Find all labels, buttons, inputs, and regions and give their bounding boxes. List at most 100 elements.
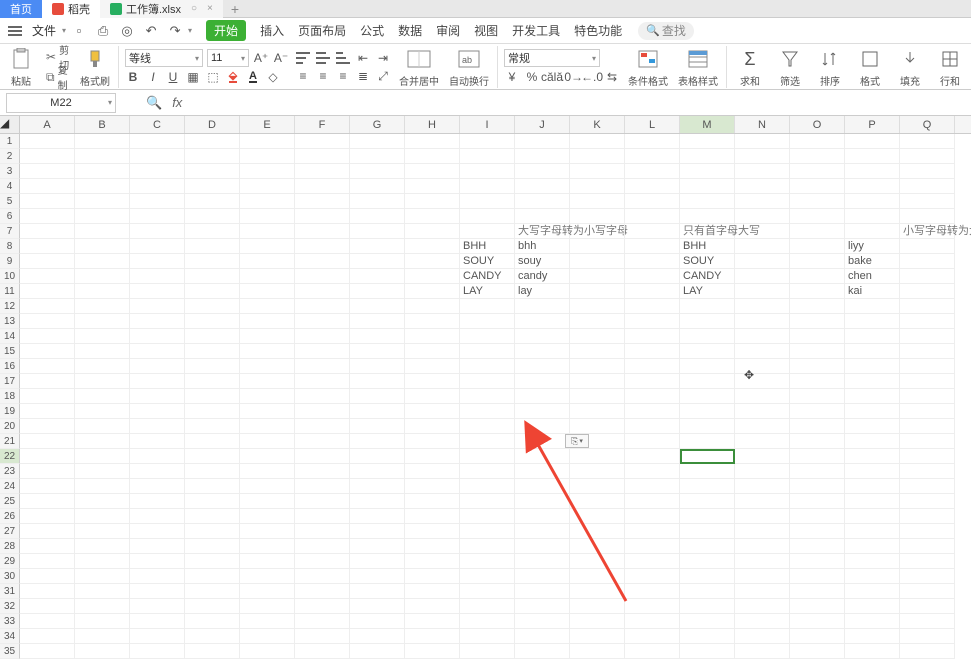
sigma-icon[interactable]: Σ [735, 46, 765, 72]
cell-C12[interactable] [130, 299, 185, 314]
cell-I24[interactable] [460, 479, 515, 494]
font-shrink-icon[interactable]: A⁻ [273, 50, 289, 66]
cell-K27[interactable] [570, 524, 625, 539]
font-size-combo[interactable]: 11▾ [207, 49, 249, 67]
cell-H11[interactable] [405, 284, 460, 299]
cell-J10[interactable]: candy [515, 269, 570, 284]
cell-N22[interactable] [735, 449, 790, 464]
cell-E5[interactable] [240, 194, 295, 209]
indent-increase-icon[interactable]: ⇥ [375, 50, 391, 66]
row-header-21[interactable]: 21 [0, 434, 20, 449]
cell-L3[interactable] [625, 164, 680, 179]
cell-K7[interactable] [570, 224, 625, 239]
cell-Q8[interactable] [900, 239, 955, 254]
cell-B7[interactable] [75, 224, 130, 239]
cell-P35[interactable] [845, 644, 900, 659]
cell-F6[interactable] [295, 209, 350, 224]
cell-J30[interactable] [515, 569, 570, 584]
cell-D21[interactable] [185, 434, 240, 449]
tab-workbook[interactable]: 工作簿.xlsx ○ × [100, 0, 223, 18]
cell-F7[interactable] [295, 224, 350, 239]
cell-M18[interactable] [680, 389, 735, 404]
cell-E11[interactable] [240, 284, 295, 299]
cell-M34[interactable] [680, 629, 735, 644]
cell-P12[interactable] [845, 299, 900, 314]
cell-F14[interactable] [295, 329, 350, 344]
cell-F18[interactable] [295, 389, 350, 404]
cell-E8[interactable] [240, 239, 295, 254]
font-name-combo[interactable]: 等线▾ [125, 49, 203, 67]
cell-E24[interactable] [240, 479, 295, 494]
cell-N18[interactable] [735, 389, 790, 404]
cell-J24[interactable] [515, 479, 570, 494]
cell-I32[interactable] [460, 599, 515, 614]
cell-Q11[interactable] [900, 284, 955, 299]
comma-icon[interactable]: călă [544, 69, 560, 85]
cell-N25[interactable] [735, 494, 790, 509]
cell-F9[interactable] [295, 254, 350, 269]
cell-Q15[interactable] [900, 344, 955, 359]
cell-N24[interactable] [735, 479, 790, 494]
cell-J6[interactable] [515, 209, 570, 224]
row-header-20[interactable]: 20 [0, 419, 20, 434]
cell-H3[interactable] [405, 164, 460, 179]
cell-C23[interactable] [130, 464, 185, 479]
tab-add-button[interactable]: + [231, 1, 239, 17]
cell-I22[interactable] [460, 449, 515, 464]
cell-G31[interactable] [350, 584, 405, 599]
cell-C2[interactable] [130, 149, 185, 164]
cell-O11[interactable] [790, 284, 845, 299]
cell-E6[interactable] [240, 209, 295, 224]
cell-G15[interactable] [350, 344, 405, 359]
cell-O35[interactable] [790, 644, 845, 659]
paste-icon[interactable] [6, 46, 36, 72]
cell-B27[interactable] [75, 524, 130, 539]
cell-P31[interactable] [845, 584, 900, 599]
cell-I5[interactable] [460, 194, 515, 209]
cell-F17[interactable] [295, 374, 350, 389]
cell-D24[interactable] [185, 479, 240, 494]
cell-J29[interactable] [515, 554, 570, 569]
cell-L34[interactable] [625, 629, 680, 644]
cell-H7[interactable] [405, 224, 460, 239]
cell-H20[interactable] [405, 419, 460, 434]
cell-G8[interactable] [350, 239, 405, 254]
cell-D20[interactable] [185, 419, 240, 434]
cell-K28[interactable] [570, 539, 625, 554]
cell-C26[interactable] [130, 509, 185, 524]
cell-E17[interactable] [240, 374, 295, 389]
cell-Q28[interactable] [900, 539, 955, 554]
row-header-32[interactable]: 32 [0, 599, 20, 614]
column-header-K[interactable]: K [570, 116, 625, 133]
cell-Q5[interactable] [900, 194, 955, 209]
cell-A16[interactable] [20, 359, 75, 374]
cell-L35[interactable] [625, 644, 680, 659]
cell-N7[interactable] [735, 224, 790, 239]
cell-N28[interactable] [735, 539, 790, 554]
cell-N4[interactable] [735, 179, 790, 194]
cell-G9[interactable] [350, 254, 405, 269]
cell-F4[interactable] [295, 179, 350, 194]
cell-E2[interactable] [240, 149, 295, 164]
cell-F33[interactable] [295, 614, 350, 629]
cell-E27[interactable] [240, 524, 295, 539]
cell-F5[interactable] [295, 194, 350, 209]
orientation-icon[interactable]: ⤢ [375, 68, 391, 84]
cell-B18[interactable] [75, 389, 130, 404]
cell-Q35[interactable] [900, 644, 955, 659]
cell-B1[interactable] [75, 134, 130, 149]
cell-I26[interactable] [460, 509, 515, 524]
cell-H12[interactable] [405, 299, 460, 314]
cell-H33[interactable] [405, 614, 460, 629]
cell-P29[interactable] [845, 554, 900, 569]
cell-C3[interactable] [130, 164, 185, 179]
border-button[interactable]: ▦ [185, 69, 201, 85]
cell-P6[interactable] [845, 209, 900, 224]
cell-J34[interactable] [515, 629, 570, 644]
cell-N14[interactable] [735, 329, 790, 344]
rowcol-icon[interactable] [935, 46, 965, 72]
cell-N15[interactable] [735, 344, 790, 359]
cell-C9[interactable] [130, 254, 185, 269]
row-header-10[interactable]: 10 [0, 269, 20, 284]
cell-B9[interactable] [75, 254, 130, 269]
